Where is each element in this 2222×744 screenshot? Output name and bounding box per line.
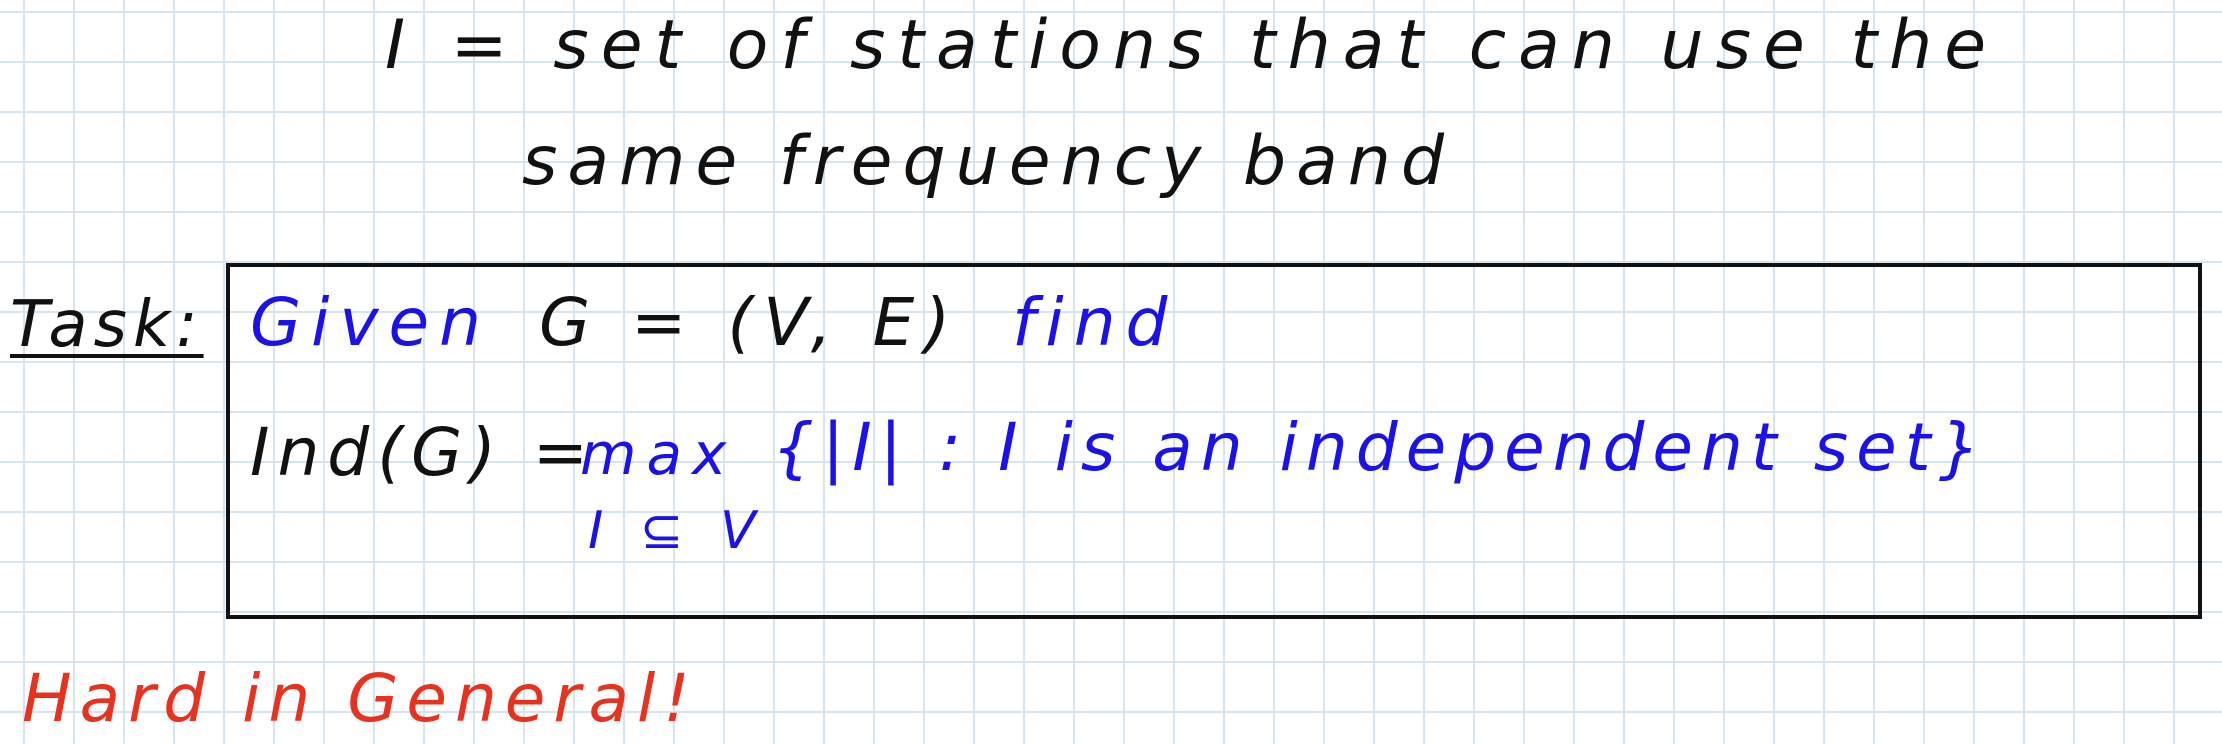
max-operator: max: [580, 420, 737, 488]
hardness-note: Hard in General!: [22, 660, 698, 737]
given-line: Given G = (V, E) find: [250, 290, 1177, 356]
find-word: find: [1012, 284, 1178, 361]
given-word: Given: [250, 284, 491, 361]
ind-lhs: Ind(G) =: [250, 414, 597, 491]
definition-line-2: same frequency band: [522, 122, 1455, 201]
set-expression: {|I| : I is an independent set}: [772, 409, 1989, 486]
graph-definition: G = (V, E): [538, 284, 961, 361]
max-subscript: I ⊆ V: [588, 501, 766, 561]
task-label: Task:: [10, 288, 204, 362]
definition-line-1: I = set of stations that can use the: [385, 6, 1999, 85]
